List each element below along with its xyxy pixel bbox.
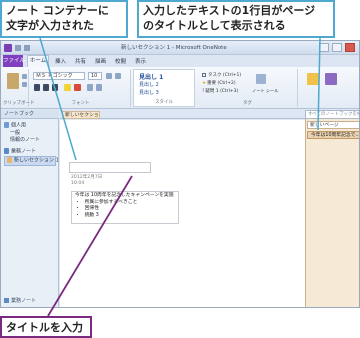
onenote-window: 新しいセクション 1 - Microsoft OneNote ファイル ホーム … bbox=[0, 40, 360, 308]
underline-icon[interactable] bbox=[52, 84, 58, 91]
copy-icon[interactable] bbox=[22, 82, 27, 87]
navigation-header[interactable]: ノートブック bbox=[1, 110, 59, 119]
navigation-footer[interactable]: 業務ノート bbox=[1, 297, 59, 304]
navigation-pane: ノートブック 個人用 一般 情報のノート 業務ノート 新しいセクション 1 業務… bbox=[1, 110, 59, 307]
save-icon[interactable] bbox=[15, 45, 21, 51]
extra-group bbox=[301, 69, 357, 107]
style-heading-3[interactable]: 見出し 3 bbox=[139, 89, 159, 96]
undo-icon[interactable] bbox=[24, 45, 30, 51]
tab-draw[interactable]: 描画 bbox=[95, 57, 106, 65]
tab-share[interactable]: 共有 bbox=[75, 57, 86, 65]
email-page-icon[interactable] bbox=[307, 73, 319, 85]
checkbox-icon bbox=[202, 72, 206, 77]
section-info[interactable]: 情報のノート bbox=[10, 137, 40, 144]
star-icon: ★ bbox=[202, 81, 207, 86]
note-line[interactable]: ・ 統動 3 bbox=[75, 213, 175, 220]
page-list-item[interactable]: 今年は10周年記念で... bbox=[307, 131, 359, 139]
section-info-label: 情報のノート bbox=[10, 137, 41, 143]
numbering-icon[interactable] bbox=[115, 73, 121, 79]
font-group: ＭＳ Ｐゴシック 10 フォント bbox=[31, 69, 131, 107]
search-input[interactable]: すべてのノートブックを検索 (Ctrl+E) bbox=[305, 110, 359, 119]
cut-icon[interactable] bbox=[22, 74, 27, 79]
tab-review[interactable]: 校閲 bbox=[115, 57, 126, 65]
navigation-footer-label: 業務ノート bbox=[11, 298, 37, 304]
maximize-button[interactable] bbox=[332, 43, 342, 52]
onenote-logo-icon bbox=[4, 44, 12, 52]
style-gallery[interactable]: 見出し 1 見出し 2 見出し 3 スタイル bbox=[133, 69, 195, 107]
tag-note-label[interactable]: ノート シール bbox=[252, 88, 278, 94]
note-container[interactable]: 今年は 10周年を記念したキャンペーンを実施 ・ 所属に参加するべきこと ・ 回… bbox=[71, 191, 179, 224]
font-group-label: フォント bbox=[71, 101, 90, 106]
section-tab-bar: 新しいセクション 1 bbox=[60, 110, 305, 119]
callout-left-line-2: 文字が入力された bbox=[6, 18, 94, 32]
tag-task[interactable]: タスク (Ctrl+1) bbox=[202, 72, 241, 78]
callout-enter-title: タイトルを入力 bbox=[0, 316, 92, 338]
font-name-select[interactable]: ＭＳ Ｐゴシック bbox=[33, 72, 85, 80]
align-icon[interactable] bbox=[87, 84, 93, 91]
ribbon-tabs: ファイル ホーム 挿入 共有 描画 校閲 表示 bbox=[1, 55, 359, 67]
tab-view[interactable]: 表示 bbox=[135, 57, 146, 65]
callout-right-line-2: のタイトルとして表示される bbox=[143, 18, 286, 32]
bullets-icon[interactable] bbox=[106, 73, 112, 79]
add-page-button[interactable]: 新しいページ bbox=[307, 121, 359, 129]
style-heading-2[interactable]: 見出し 2 bbox=[139, 81, 159, 88]
page-date: 2012年2月7日 10:04 bbox=[71, 175, 102, 187]
notebook-work-label: 業務ノート bbox=[11, 148, 37, 155]
ribbon: クリップボード ＭＳ Ｐゴシック 10 フォント 見出し 1 見出し 2 見出し… bbox=[1, 67, 359, 109]
notebook-icon bbox=[4, 148, 9, 154]
callout-right-line-1: 入力したテキストの1行目がページ bbox=[143, 4, 316, 17]
style-heading-1[interactable]: 見出し 1 bbox=[139, 72, 163, 81]
section-new-1[interactable]: 新しいセクション 1 bbox=[4, 156, 59, 166]
page-canvas[interactable]: 2012年2月7日 10:04 今年は 10周年を記念したキャンペーンを実施 ・… bbox=[60, 120, 305, 307]
tags-group: タスク (Ctrl+1) ★重要 (Ctrl+2) ?疑問 1 (Ctrl+3)… bbox=[198, 69, 298, 107]
notebook-work[interactable]: 業務ノート bbox=[4, 148, 36, 156]
notebook-icon bbox=[4, 122, 9, 128]
clear-format-icon[interactable] bbox=[96, 84, 102, 91]
section-tab[interactable]: 新しいセクション 1 bbox=[62, 111, 100, 119]
notebook-personal-label: 個人用 bbox=[11, 122, 27, 129]
tag-question-label: 疑問 1 (Ctrl+3) bbox=[205, 89, 239, 94]
italic-icon[interactable] bbox=[43, 84, 49, 91]
section-new-1-label: 新しいセクション 1 bbox=[14, 157, 59, 164]
font-size-select[interactable]: 10 bbox=[88, 72, 102, 80]
clipboard-group-label: クリップボード bbox=[3, 101, 35, 106]
section-icon bbox=[7, 157, 12, 163]
page-time-value: 10:04 bbox=[71, 181, 85, 186]
tags-group-label: タグ bbox=[243, 101, 252, 106]
style-group-label: スタイル bbox=[155, 100, 173, 105]
note-line[interactable]: 今年は 10周年を記念したキャンペーンを実施 bbox=[75, 193, 175, 200]
outlook-tasks-icon[interactable] bbox=[325, 73, 337, 85]
tag-important-label: 重要 (Ctrl+2) bbox=[207, 81, 236, 86]
notebook-icon bbox=[4, 298, 9, 303]
callout-page-title: 入力したテキストの1行目がページ のタイトルとして表示される bbox=[137, 0, 335, 38]
page-title-input[interactable] bbox=[69, 162, 151, 173]
highlight-icon[interactable] bbox=[64, 84, 71, 91]
tab-insert[interactable]: 挿入 bbox=[55, 57, 66, 65]
bold-icon[interactable] bbox=[34, 84, 40, 91]
tab-file[interactable]: ファイル bbox=[3, 55, 25, 67]
callout-left-line-1: ノート コンテナーに bbox=[6, 4, 109, 17]
clipboard-group: クリップボード bbox=[3, 69, 35, 107]
title-bar: 新しいセクション 1 - Microsoft OneNote bbox=[1, 41, 359, 55]
tag-list-icon[interactable] bbox=[256, 74, 266, 84]
tag-question[interactable]: ?疑問 1 (Ctrl+3) bbox=[202, 88, 238, 94]
close-button[interactable] bbox=[345, 43, 355, 52]
section-general-label: 一般 bbox=[10, 130, 21, 136]
section-general[interactable]: 一般 bbox=[10, 130, 20, 137]
font-color-icon[interactable] bbox=[74, 84, 81, 91]
callout-note-container: ノート コンテナーに 文字が入力された bbox=[0, 0, 128, 38]
minimize-button[interactable] bbox=[319, 43, 329, 52]
tag-important[interactable]: ★重要 (Ctrl+2) bbox=[202, 80, 236, 86]
page-list: 新しいページ 今年は10周年記念で... bbox=[305, 119, 359, 307]
tag-task-label: タスク (Ctrl+1) bbox=[208, 73, 242, 78]
paste-icon[interactable] bbox=[7, 73, 19, 89]
tab-home[interactable]: ホーム bbox=[27, 55, 49, 67]
notebook-personal[interactable]: 個人用 bbox=[4, 122, 26, 130]
window-title: 新しいセクション 1 - Microsoft OneNote bbox=[121, 45, 227, 51]
